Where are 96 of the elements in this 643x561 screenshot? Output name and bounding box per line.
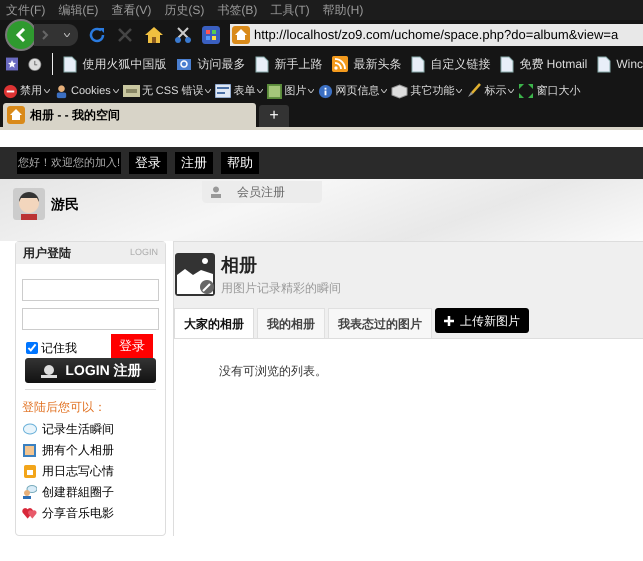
caret-icon — [308, 89, 314, 93]
toolbar-menu[interactable]: 表单 — [233, 82, 256, 100]
menu-item[interactable]: 工具(T) — [270, 1, 310, 19]
browser-tab[interactable]: 相册 - - 我的空间 — [3, 103, 256, 127]
page-icon — [255, 56, 270, 72]
form-icon — [215, 84, 232, 98]
stop-icon — [3, 84, 18, 98]
css-icon — [122, 85, 140, 97]
login-button[interactable]: 登录 — [111, 334, 153, 358]
person-icon — [54, 84, 69, 98]
perks-title: 登陆后您可以： — [22, 399, 107, 416]
feed-icon — [332, 56, 348, 72]
toolbar-menu[interactable]: 标示 — [484, 82, 506, 100]
remember-checkbox[interactable] — [26, 342, 38, 354]
panel-subtitle: LOGIN — [130, 246, 158, 260]
perk-text: 分享音乐电影 — [42, 505, 114, 522]
toolbar-menu[interactable]: 其它功能 — [410, 82, 454, 100]
caret-icon — [64, 33, 70, 37]
reload-icon[interactable] — [88, 26, 106, 44]
perk-text: 拥有个人相册 — [42, 442, 114, 459]
photo-icon — [23, 444, 36, 456]
bookmark-link[interactable]: 访问最多 — [197, 55, 246, 73]
username-field[interactable] — [22, 279, 159, 301]
empty-message: 没有可浏览的列表。 — [219, 364, 327, 378]
bookmark-link[interactable]: 新手上路 — [274, 55, 322, 73]
site-icon — [7, 106, 25, 124]
nav-link[interactable]: 注册 — [175, 152, 214, 174]
new-tab-button[interactable]: + — [259, 105, 289, 127]
album-tab[interactable]: 我表态过的图片 — [328, 308, 432, 338]
toolbar-menu[interactable]: 禁用 — [20, 82, 42, 100]
address-bar[interactable]: http://localhost/zo9.com/uchome/space.php?do=album&view=a — [230, 24, 643, 46]
bookmark-link[interactable]: 最新头条 — [353, 55, 402, 73]
register-banner-button[interactable]: LOGIN 注册 — [25, 358, 156, 383]
folder-icon — [176, 56, 192, 72]
bookmark-link[interactable]: Winc — [616, 55, 643, 73]
speech-bubble-icon — [22, 422, 36, 436]
remember-label: 记住我 — [41, 340, 77, 357]
toolbar-menu[interactable]: 无 CSS 错误 — [142, 82, 204, 100]
resize-icon — [518, 83, 534, 99]
bookmark-link[interactable]: 使用火狐中国版 — [82, 55, 166, 73]
menu-item[interactable]: 文件(F) — [6, 1, 46, 19]
menu-item[interactable]: 书签(B) — [217, 1, 258, 19]
user-icon — [210, 186, 222, 198]
avatar-icon — [13, 188, 45, 220]
album-title: 相册 — [221, 254, 258, 277]
plus-icon — [444, 316, 454, 326]
toolbar-menu[interactable]: 窗口大小 — [536, 82, 580, 100]
clock-icon[interactable] — [28, 56, 42, 72]
toolbar-menu[interactable]: 图片 — [284, 82, 306, 100]
register-tab[interactable]: 会员注册 — [202, 181, 322, 203]
bookmark-link[interactable]: 免费 Hotmail — [519, 55, 588, 73]
greeting-text: 您好！欢迎您的加入! — [17, 152, 122, 174]
nav-link[interactable]: 帮助 — [221, 152, 260, 174]
hearts-icon — [22, 506, 37, 520]
notepad-icon — [24, 464, 36, 478]
site-icon — [232, 26, 250, 44]
cube-icon — [391, 84, 408, 98]
album-tab[interactable]: 大家的相册 — [174, 308, 254, 338]
caret-icon — [44, 89, 50, 93]
album-icon — [175, 253, 215, 296]
caret-icon — [112, 89, 119, 93]
home-icon[interactable] — [144, 26, 164, 44]
toolbar-menu[interactable]: Cookies — [71, 82, 111, 100]
caret-icon — [508, 89, 514, 93]
album-subtitle: 用图片记录精彩的瞬间 — [221, 280, 341, 297]
people-icon — [22, 485, 37, 499]
menu-item[interactable]: 历史(S) — [164, 1, 204, 19]
perk-text: 用日志写心情 — [42, 463, 114, 480]
perk-text: 记录生活瞬间 — [42, 421, 114, 438]
caret-icon — [205, 89, 212, 93]
username: 游民 — [51, 194, 79, 214]
page-icon — [63, 56, 78, 72]
windows-icon[interactable] — [202, 26, 220, 44]
toolbar-menu[interactable]: 网页信息 — [335, 82, 380, 100]
menu-item[interactable]: 编辑(E) — [58, 1, 98, 19]
page-icon — [411, 56, 426, 72]
caret-icon — [257, 89, 264, 93]
password-field[interactable] — [22, 308, 159, 330]
panel-title: 用户登陆 — [23, 245, 71, 262]
album-tab[interactable]: 我的相册 — [257, 308, 325, 338]
bookmark-link[interactable]: 自定义链接 — [430, 55, 490, 73]
caret-icon — [381, 89, 388, 93]
page-icon — [500, 56, 514, 72]
picture-icon — [267, 84, 282, 98]
caret-icon — [456, 89, 462, 93]
tab-title: 相册 - - 我的空间 — [30, 107, 120, 124]
brush-icon — [466, 83, 482, 99]
info-icon — [318, 84, 334, 98]
upload-button[interactable]: 上传新图片 — [435, 308, 529, 333]
scissors-icon[interactable] — [174, 26, 192, 44]
nav-link[interactable]: 登录 — [129, 152, 168, 174]
url-text: http://localhost/zo9.com/uchome/space.php?do=album&view=a — [254, 26, 618, 44]
menu-item[interactable]: 帮助(H) — [322, 1, 364, 19]
perk-text: 创建群組圈子 — [42, 484, 114, 501]
page-icon — [597, 56, 612, 72]
menu-item[interactable]: 查看(V) — [111, 1, 152, 19]
